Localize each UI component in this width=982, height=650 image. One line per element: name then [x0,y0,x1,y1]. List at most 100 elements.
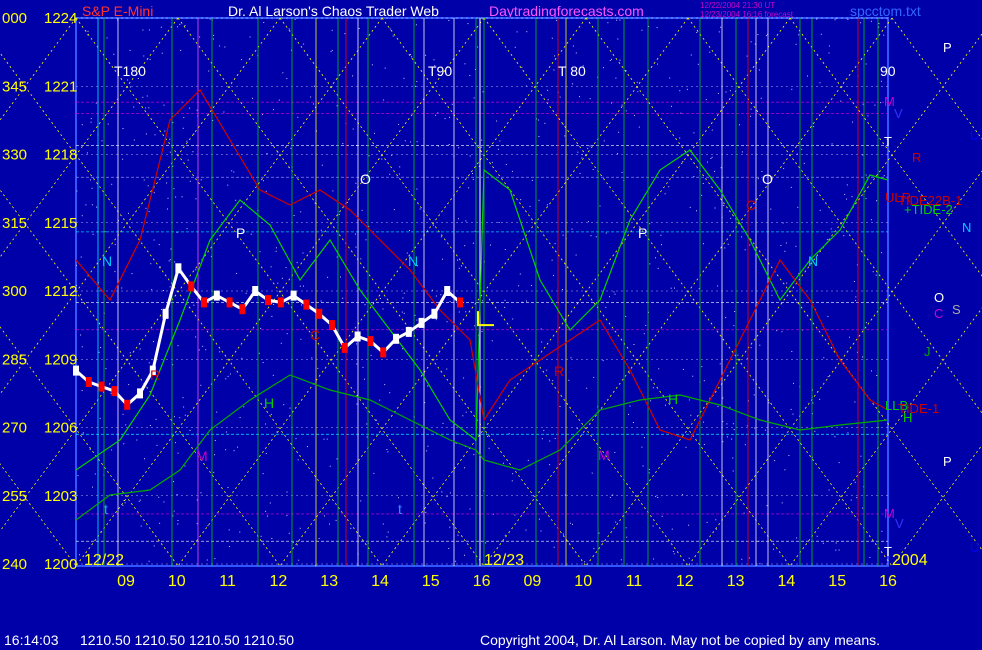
right-planet-label: V [895,516,904,531]
y-angle-label: 315 [2,215,27,232]
star-dot [879,102,881,104]
right-planet-label: O [934,290,944,305]
price-bar [277,297,284,308]
star-dot [625,315,627,317]
price-bar [265,295,271,306]
price-bar [457,297,463,308]
star-dot [875,274,877,276]
star-dot [174,261,176,263]
star-dot [442,422,444,424]
star-dot [356,343,358,345]
star-dot [649,223,651,225]
star-dot [387,531,389,533]
x-hour-label: 09 [524,573,542,590]
star-dot [301,304,302,306]
star-dot [270,266,272,268]
chart-cycle-letter: O [360,171,371,187]
star-dot [267,515,268,517]
star-dot [726,423,728,425]
star-dot [183,406,185,408]
star-dot [145,207,147,209]
chart-cycle-letter: M [598,447,610,463]
star-dot [660,234,662,236]
star-dot [383,99,385,101]
diagonal-gridline [585,17,982,551]
star-dot [581,157,583,159]
star-dot [798,34,800,36]
y-angle-label: 240 [2,556,27,573]
chart-cycle-letter: t [104,501,108,517]
star-dot [571,228,573,230]
star-dot [365,239,367,241]
star-dot [216,411,218,413]
star-dot [177,452,179,454]
star-dot [166,182,168,184]
star-dot [169,138,171,140]
x-hour-label: 16 [879,573,897,590]
star-dot [195,269,197,271]
star-dot [688,399,690,401]
top-marker-label: T90 [428,63,452,79]
star-dot [648,472,650,474]
star-dot [329,523,330,525]
star-dot [575,52,577,54]
star-dot [451,103,453,105]
star-dot [167,208,168,210]
star-dot [835,549,837,551]
star-dot [177,345,179,347]
star-dot [514,46,516,48]
star-dot [320,300,322,302]
star-dot [263,22,265,23]
star-dot [344,33,346,35]
star-dot [295,438,297,440]
star-dot [299,285,301,287]
star-dot [113,53,115,55]
star-dot [286,491,288,493]
star-dot [514,514,516,516]
star-dot [526,31,528,33]
star-dot [816,535,818,537]
star-dot [219,351,221,353]
star-dot [840,100,842,102]
star-dot [449,116,450,118]
star-dot [679,137,681,139]
star-dot [731,438,733,440]
star-dot [169,259,171,261]
star-dot [433,59,435,61]
star-dot [820,33,822,35]
star-dot [872,271,874,273]
star-dot [496,120,498,122]
star-dot [865,63,867,65]
star-dot [750,41,752,43]
star-dot [603,140,605,142]
star-dot [404,140,406,142]
star-dot [324,515,325,517]
star-dot [389,173,391,175]
star-dot [296,262,298,264]
star-dot [854,481,856,483]
star-dot [750,108,752,110]
price-bar [431,308,438,319]
star-dot [362,366,364,368]
star-dot [411,56,413,58]
right-planet-label: V [894,106,903,121]
star-dot [576,428,578,429]
right-planet-label: U [970,540,979,555]
star-dot [734,311,736,312]
star-dot [655,495,657,497]
price-bar [137,388,143,399]
star-dot [472,173,473,174]
x-hour-label: 16 [473,573,491,590]
star-dot [323,438,325,440]
star-dot [725,317,727,319]
star-dot [209,18,211,20]
star-dot [592,169,594,170]
star-dot [320,229,322,231]
star-dot [200,384,202,386]
star-dot [461,265,462,267]
star-dot [834,19,836,21]
star-dot [883,34,885,36]
star-dot [719,363,721,365]
star-dot [741,236,742,238]
star-dot [278,99,280,101]
